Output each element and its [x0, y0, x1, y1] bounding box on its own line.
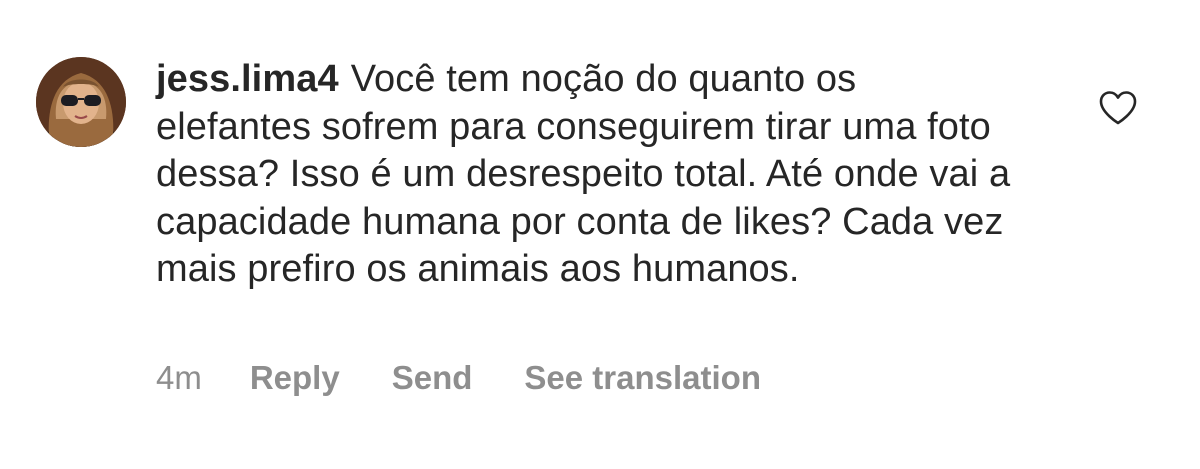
heart-outline-icon[interactable] [1098, 90, 1138, 126]
username[interactable]: jess.lima4 [156, 58, 339, 100]
timestamp: 4m [156, 359, 202, 396]
comment-meta: 4m Reply Send See translation [156, 358, 813, 398]
avatar[interactable] [36, 57, 126, 147]
avatar-photo [36, 57, 126, 147]
send-button[interactable]: Send [392, 359, 473, 397]
see-translation-button[interactable]: See translation [524, 359, 761, 397]
comment-body: jess.lima4 Você tem noção do quanto os el… [156, 56, 1016, 294]
comment: jess.lima4 Você tem noção do quanto os el… [0, 0, 1200, 469]
reply-button[interactable]: Reply [250, 359, 340, 397]
